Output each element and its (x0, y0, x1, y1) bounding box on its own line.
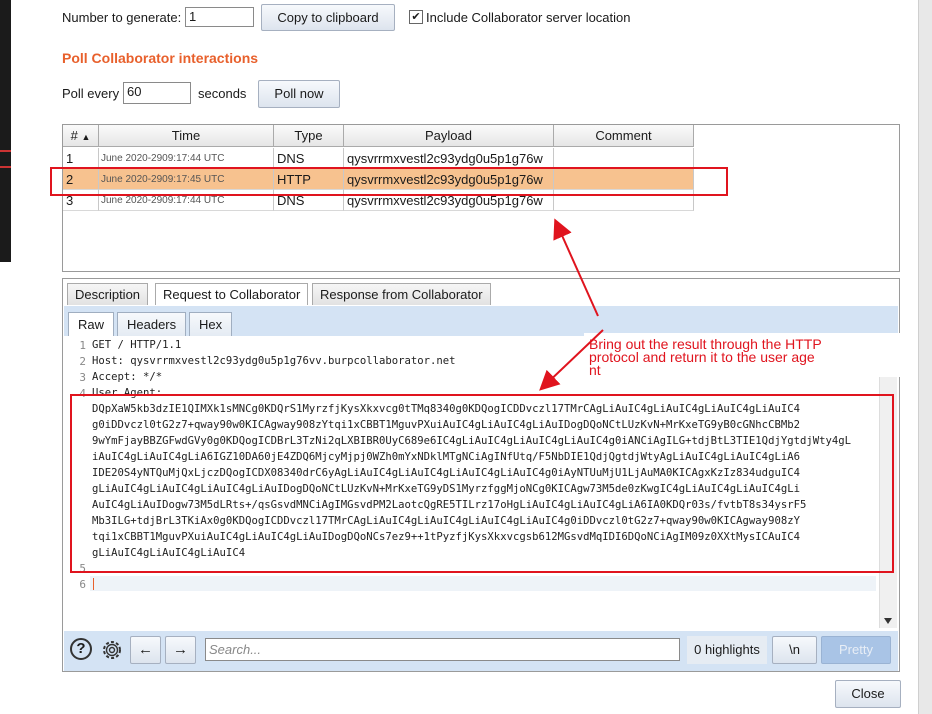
arrow-to-http-row (553, 218, 599, 317)
annotation-arrows (539, 218, 604, 391)
arrow-to-user-agent (539, 329, 604, 391)
